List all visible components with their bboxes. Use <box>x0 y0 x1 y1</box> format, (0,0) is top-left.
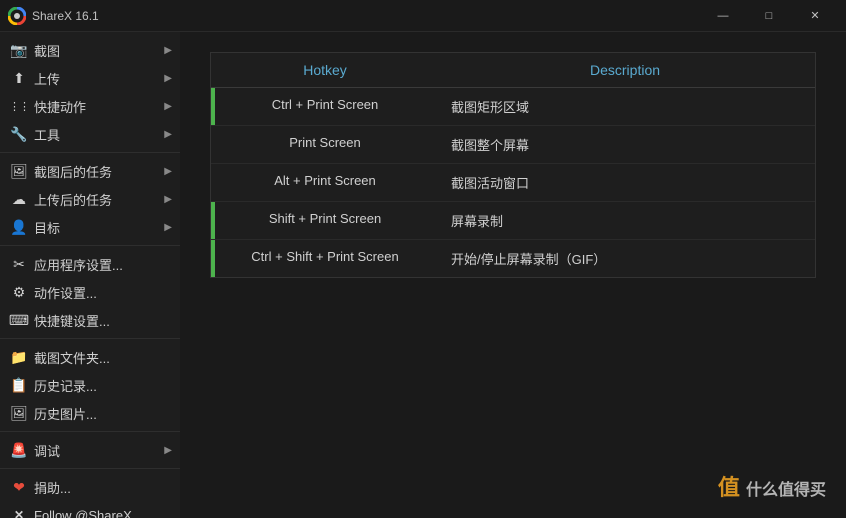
app-settings-icon: ✂ <box>10 255 28 273</box>
sidebar-item-follow[interactable]: ✕ Follow @ShareX... <box>0 501 180 518</box>
watermark: 值 什么值得买 <box>718 470 826 502</box>
table-row[interactable]: Shift + Print Screen 屏幕录制 <box>211 202 815 240</box>
image-history-icon: 🖼 <box>10 404 28 422</box>
sidebar-label-capture: 截图 <box>34 41 160 60</box>
table-header: Hotkey Description <box>211 53 815 88</box>
sidebar-label-quick-actions: 快捷动作 <box>34 97 160 116</box>
arrow-icon: ▶ <box>164 222 172 233</box>
window-controls: — □ ✕ <box>700 0 838 32</box>
sidebar-label-app-settings: 应用程序设置... <box>34 255 172 274</box>
separator-4 <box>0 431 180 432</box>
sidebar-item-upload[interactable]: ⬆ 上传 ▶ <box>0 64 180 92</box>
sidebar-item-image-history[interactable]: 🖼 历史图片... <box>0 399 180 427</box>
title-bar: ShareX 16.1 — □ ✕ <box>0 0 846 32</box>
sidebar-item-app-settings[interactable]: ✂ 应用程序设置... <box>0 250 180 278</box>
separator-5 <box>0 468 180 469</box>
sidebar-label-donate: 捐助... <box>34 478 172 497</box>
watermark-text: 什么值得买 <box>746 482 826 499</box>
description-value: 截图活动窗口 <box>435 164 815 201</box>
arrow-icon: ▶ <box>164 445 172 456</box>
sidebar-item-capture-folder[interactable]: 📁 截图文件夹... <box>0 343 180 371</box>
camera-icon: 📷 <box>10 41 28 59</box>
sidebar-item-after-capture[interactable]: 🖼 截图后的任务 ▶ <box>0 157 180 185</box>
hotkey-value: Ctrl + Print Screen <box>215 88 435 125</box>
twitter-icon: ✕ <box>10 506 28 518</box>
minimize-button[interactable]: — <box>700 0 746 32</box>
sidebar-item-debug[interactable]: 🚨 调试 ▶ <box>0 436 180 464</box>
sidebar-label-after-capture: 截图后的任务 <box>34 162 160 181</box>
hotkey-value: Ctrl + Shift + Print Screen <box>215 240 435 277</box>
upload-icon: ⬆ <box>10 69 28 87</box>
app-icon <box>8 7 26 25</box>
hotkey-table-container: Hotkey Description Ctrl + Print Screen 截… <box>210 52 816 278</box>
description-value: 截图整个屏幕 <box>435 126 815 163</box>
after-capture-icon: 🖼 <box>10 162 28 180</box>
table-row[interactable]: Ctrl + Print Screen 截图矩形区域 <box>211 88 815 126</box>
hotkey-value: Shift + Print Screen <box>215 202 435 239</box>
sidebar: 📷 截图 ▶ ⬆ 上传 ▶ ⋮⋮ 快捷动作 ▶ 🔧 工具 ▶ 🖼 截图后的任务 … <box>0 32 180 518</box>
sidebar-label-follow: Follow @ShareX... <box>34 508 172 518</box>
arrow-icon: ▶ <box>164 45 172 56</box>
description-value: 开始/停止屏幕录制（GIF） <box>435 240 815 277</box>
donate-icon: ❤ <box>10 478 28 496</box>
sidebar-label-after-upload: 上传后的任务 <box>34 190 160 209</box>
sidebar-item-donate[interactable]: ❤ 捐助... <box>0 473 180 501</box>
hotkey-value: Print Screen <box>215 126 435 163</box>
table-row[interactable]: Alt + Print Screen 截图活动窗口 <box>211 164 815 202</box>
folder-icon: 📁 <box>10 348 28 366</box>
arrow-icon: ▶ <box>164 73 172 84</box>
hotkey-header: Hotkey <box>215 53 435 87</box>
separator-1 <box>0 152 180 153</box>
arrow-icon: ▶ <box>164 194 172 205</box>
action-settings-icon: ⚙ <box>10 283 28 301</box>
debug-icon: 🚨 <box>10 441 28 459</box>
arrow-icon: ▶ <box>164 101 172 112</box>
maximize-button[interactable]: □ <box>746 0 792 32</box>
hotkey-value: Alt + Print Screen <box>215 164 435 201</box>
app-title: ShareX 16.1 <box>32 9 700 23</box>
separator-3 <box>0 338 180 339</box>
tools-icon: 🔧 <box>10 125 28 143</box>
sidebar-item-action-settings[interactable]: ⚙ 动作设置... <box>0 278 180 306</box>
sidebar-label-action-settings: 动作设置... <box>34 283 172 302</box>
sidebar-item-hotkey-settings[interactable]: ⌨ 快捷键设置... <box>0 306 180 334</box>
description-value: 截图矩形区域 <box>435 88 815 125</box>
sidebar-item-target[interactable]: 👤 目标 ▶ <box>0 213 180 241</box>
after-upload-icon: ☁ <box>10 190 28 208</box>
watermark-icon: 值 <box>718 475 740 500</box>
arrow-icon: ▶ <box>164 129 172 140</box>
content-area: Hotkey Description Ctrl + Print Screen 截… <box>180 32 846 518</box>
separator-2 <box>0 245 180 246</box>
arrow-icon: ▶ <box>164 166 172 177</box>
sidebar-label-image-history: 历史图片... <box>34 404 172 423</box>
description-header: Description <box>435 53 815 87</box>
sidebar-label-tools: 工具 <box>34 125 160 144</box>
sidebar-item-tools[interactable]: 🔧 工具 ▶ <box>0 120 180 148</box>
close-button[interactable]: ✕ <box>792 0 838 32</box>
sidebar-item-after-upload[interactable]: ☁ 上传后的任务 ▶ <box>0 185 180 213</box>
table-row[interactable]: Print Screen 截图整个屏幕 <box>211 126 815 164</box>
sidebar-label-target: 目标 <box>34 218 160 237</box>
sidebar-label-history: 历史记录... <box>34 376 172 395</box>
main-container: 📷 截图 ▶ ⬆ 上传 ▶ ⋮⋮ 快捷动作 ▶ 🔧 工具 ▶ 🖼 截图后的任务 … <box>0 32 846 518</box>
grid-icon: ⋮⋮ <box>10 97 28 115</box>
table-row[interactable]: Ctrl + Shift + Print Screen 开始/停止屏幕录制（GI… <box>211 240 815 277</box>
hotkey-settings-icon: ⌨ <box>10 311 28 329</box>
sidebar-item-history[interactable]: 📋 历史记录... <box>0 371 180 399</box>
sidebar-item-quick-actions[interactable]: ⋮⋮ 快捷动作 ▶ <box>0 92 180 120</box>
target-icon: 👤 <box>10 218 28 236</box>
history-icon: 📋 <box>10 376 28 394</box>
sidebar-item-capture[interactable]: 📷 截图 ▶ <box>0 36 180 64</box>
sidebar-label-capture-folder: 截图文件夹... <box>34 348 172 367</box>
sidebar-label-upload: 上传 <box>34 69 160 88</box>
sidebar-label-debug: 调试 <box>34 441 160 460</box>
sidebar-label-hotkey-settings: 快捷键设置... <box>34 311 172 330</box>
description-value: 屏幕录制 <box>435 202 815 239</box>
